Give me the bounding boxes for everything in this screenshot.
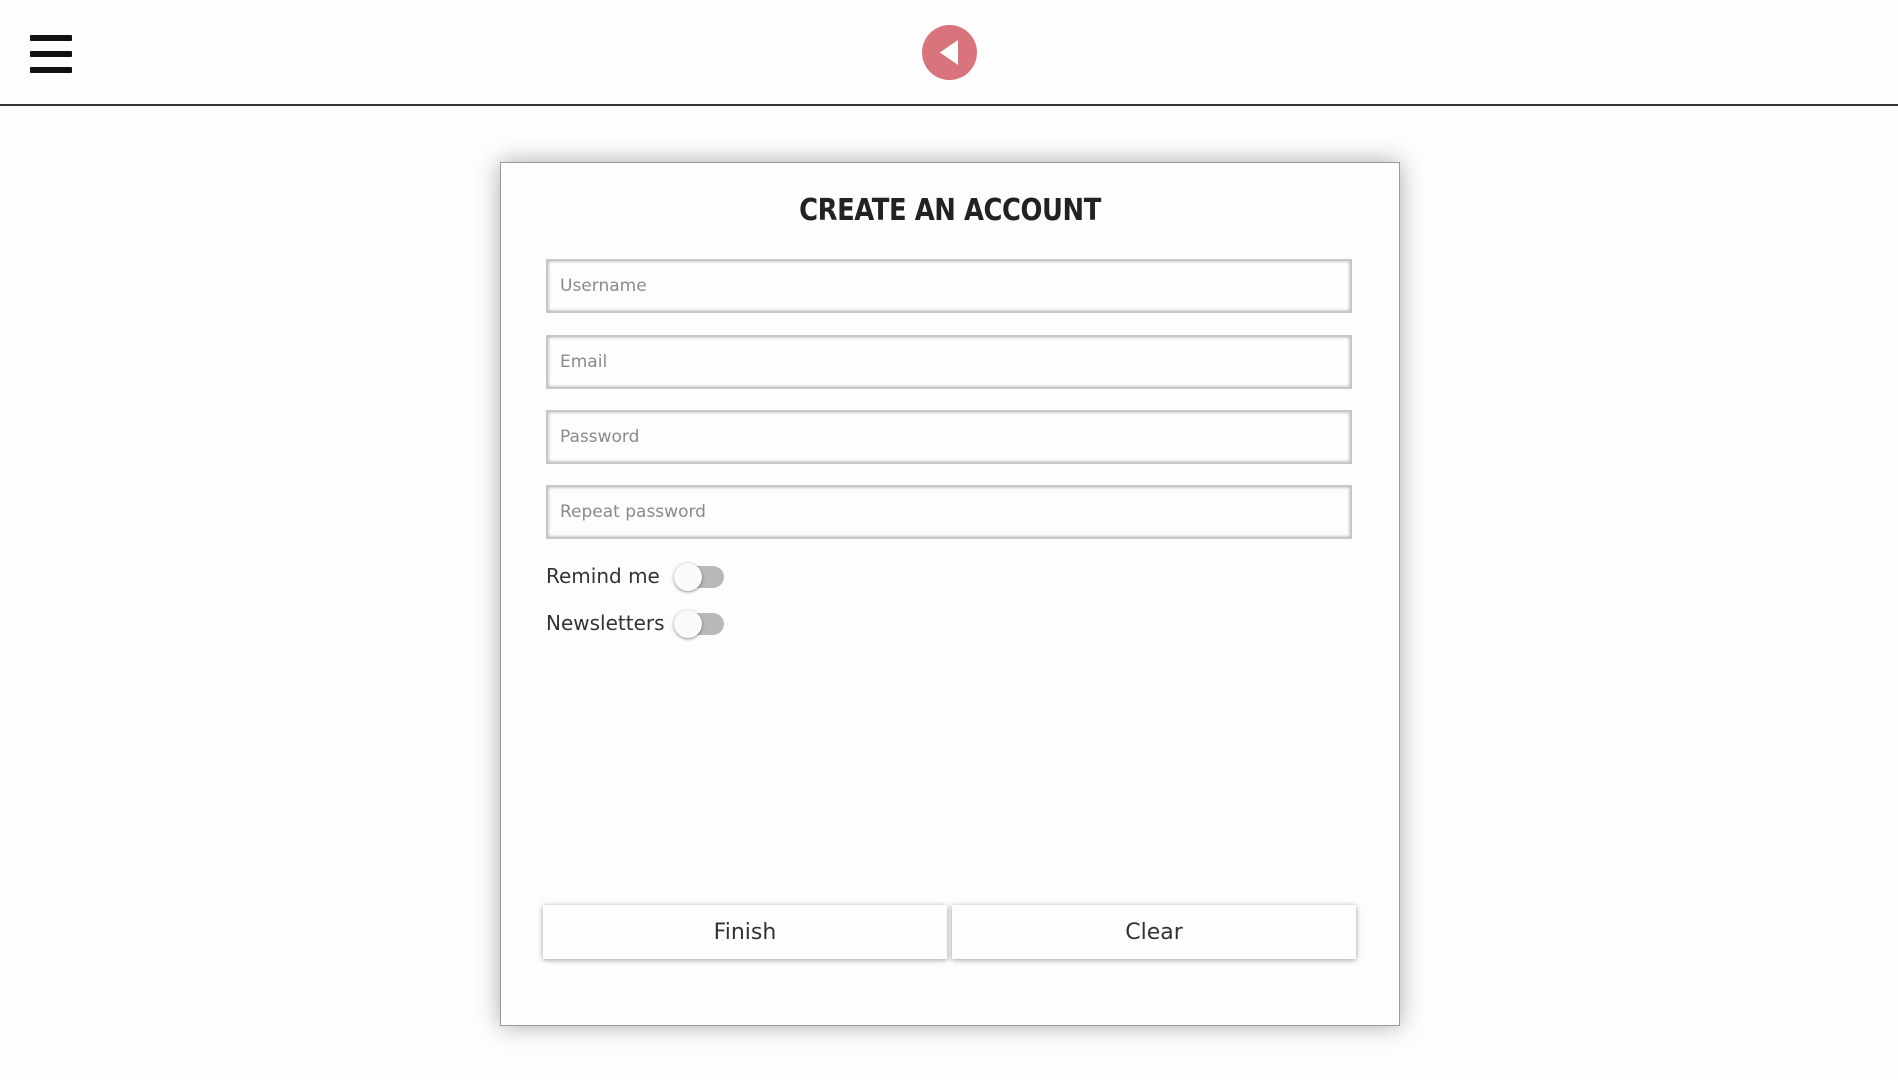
top-bar — [0, 0, 1898, 106]
remind-me-toggle[interactable] — [674, 563, 724, 591]
form-title: CREATE AN ACCOUNT — [799, 193, 1101, 228]
toggle-knob — [674, 563, 702, 591]
clear-button[interactable]: Clear — [952, 905, 1356, 959]
newsletters-row: Newsletters — [546, 607, 724, 639]
username-input[interactable] — [546, 259, 1352, 313]
password-input[interactable] — [546, 410, 1352, 464]
remind-me-row: Remind me — [546, 560, 724, 592]
menu-line — [30, 51, 72, 57]
menu-line — [30, 67, 72, 73]
repeat-password-input[interactable] — [546, 485, 1352, 539]
finish-button[interactable]: Finish — [543, 905, 947, 959]
remind-me-label: Remind me — [546, 564, 660, 588]
menu-line — [30, 35, 72, 41]
toggle-knob — [674, 610, 702, 638]
newsletters-label: Newsletters — [546, 611, 665, 635]
create-account-card: CREATE AN ACCOUNT Remind me Newsletters … — [500, 162, 1400, 1026]
back-button[interactable] — [922, 25, 977, 80]
email-input[interactable] — [546, 335, 1352, 389]
newsletters-toggle[interactable] — [674, 610, 724, 638]
hamburger-menu-icon[interactable] — [28, 33, 74, 75]
back-arrow-icon — [940, 40, 958, 65]
